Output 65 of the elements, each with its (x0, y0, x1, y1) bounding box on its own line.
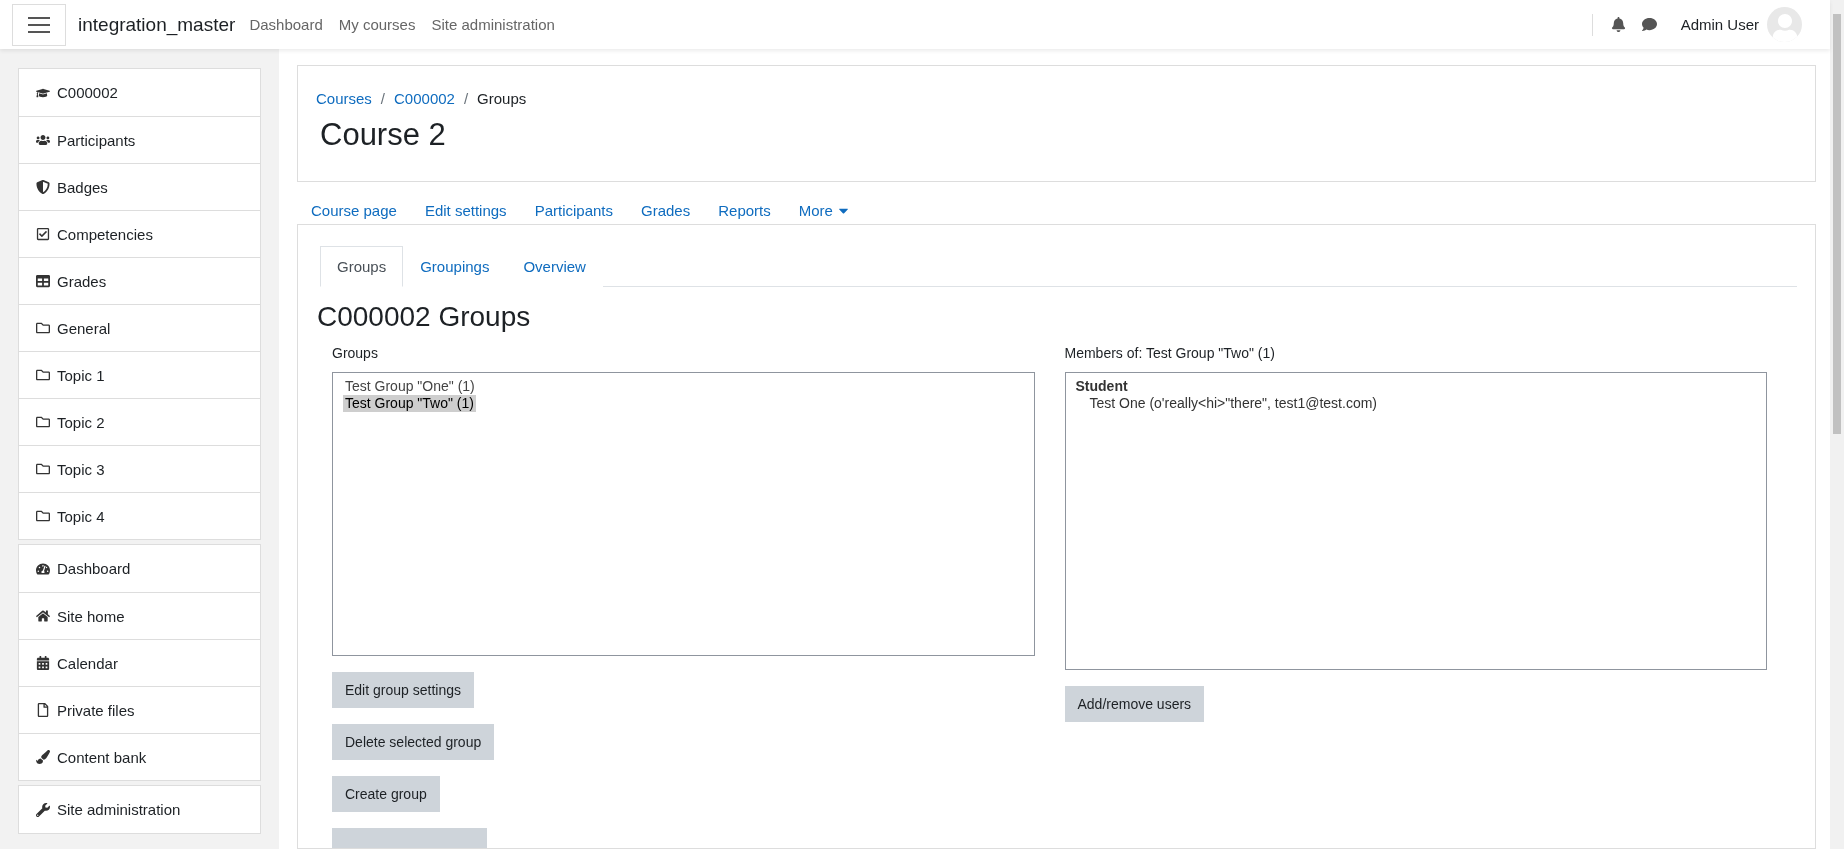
sidebar-item-icon (36, 321, 50, 335)
sidebar-item[interactable]: Calendar (19, 639, 260, 686)
sidebar-item-icon (36, 415, 50, 429)
course-title: Course 2 (320, 117, 447, 153)
action-button[interactable]: Delete selected group (332, 724, 495, 760)
sidebar-item[interactable]: Site administration (19, 786, 260, 833)
sidebar-item-icon (36, 180, 50, 194)
sidebar-item[interactable]: Participants (19, 116, 260, 163)
breadcrumb-separator: / (380, 90, 386, 107)
sidebar-item[interactable]: Grades (19, 257, 260, 304)
sidebar-item[interactable]: C000002 (19, 69, 260, 116)
breadcrumb-current: Groups (477, 90, 527, 107)
sidebar-item-icon (36, 274, 50, 288)
sidebar-item[interactable]: Site home (19, 592, 260, 639)
sidebar-item[interactable]: Badges (19, 163, 260, 210)
group-option[interactable]: Test Group "Two" (1) (343, 395, 476, 412)
sidebar-item-icon (36, 609, 50, 623)
course-nav-link[interactable]: Edit settings (410, 201, 521, 219)
action-button[interactable]: Edit group settings (332, 672, 474, 708)
members-label: Members of: Test Group "Two" (1) (1064, 345, 1276, 361)
tab[interactable]: Groups (320, 246, 404, 287)
sidebar-item-icon (36, 133, 50, 147)
action-button[interactable]: Add/remove users (1064, 686, 1205, 722)
sidebar-item[interactable]: Content bank (19, 733, 260, 780)
action-button[interactable]: Create group (332, 776, 440, 812)
sidebar-item-icon (36, 227, 50, 241)
sidebar-item[interactable]: Private files (19, 686, 260, 733)
group-option[interactable]: Test Group "One" (1) (343, 378, 477, 395)
member-option[interactable]: Test One (o'really<hi>"there", test1@test.com) (1075, 395, 1377, 412)
user-name[interactable]: Admin User (1680, 16, 1759, 33)
sidebar-item-icon (36, 368, 50, 382)
sidebar-item[interactable]: General (19, 304, 260, 351)
sidebar-item[interactable]: Topic 1 (19, 351, 260, 398)
course-nav-link[interactable]: Reports (704, 201, 785, 219)
sidebar-item-icon (36, 462, 50, 476)
breadcrumb-link[interactable]: C000002 (394, 90, 455, 107)
groups-label: Groups (332, 345, 379, 361)
nav-link[interactable]: Dashboard (249, 16, 323, 33)
sidebar-item[interactable]: Competencies (19, 210, 260, 257)
sidebar-item[interactable]: Dashboard (19, 545, 260, 592)
sidebar-item-icon (36, 561, 50, 576)
members-listbox[interactable]: Student Test One (o'really<hi>"there", test1@test.com) (1064, 372, 1767, 670)
sidebar-item[interactable]: Topic 3 (19, 445, 260, 492)
nav-link[interactable]: My courses (338, 16, 416, 33)
nav-link[interactable]: Site administration (431, 16, 555, 33)
sidebar-item[interactable]: Topic 2 (19, 398, 260, 445)
role-heading: Student (1075, 378, 1128, 395)
sidebar-item-icon (36, 703, 50, 717)
groups-listbox[interactable]: Test Group "One" (1) Test Group "Two" (1) (332, 372, 1035, 656)
course-nav-link[interactable]: More (784, 201, 865, 219)
sidebar-item[interactable]: Topic 4 (19, 492, 260, 539)
site-name[interactable]: integration_master (78, 13, 236, 36)
messages-icon[interactable] (1641, 17, 1657, 32)
course-nav-link[interactable]: Course page (297, 201, 411, 219)
sidebar-item-icon (36, 656, 50, 670)
sidebar-item-icon (36, 750, 50, 764)
course-nav-link[interactable]: Grades (627, 201, 705, 219)
menu-button[interactable] (12, 3, 66, 46)
breadcrumb-link[interactable]: Courses (316, 90, 372, 107)
notifications-icon[interactable] (1610, 17, 1626, 32)
page-heading: C000002 Groups (317, 301, 532, 333)
sidebar-item-icon (36, 509, 50, 523)
sidebar-item-icon (36, 802, 50, 817)
breadcrumb-separator: / (463, 90, 469, 107)
course-nav-link[interactable]: Participants (520, 201, 627, 219)
